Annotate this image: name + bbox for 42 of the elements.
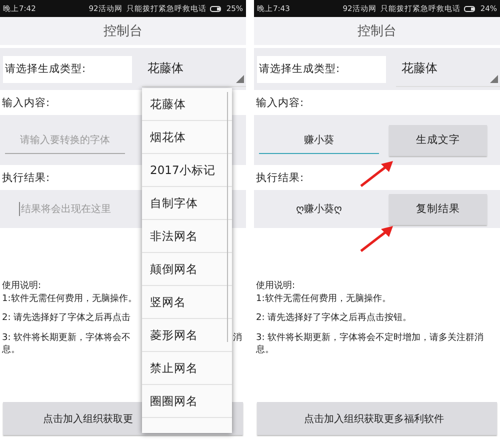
dropdown-arrow-icon [490,74,498,82]
result-label: 执行结果: [256,170,304,184]
instruction-text: 息。 [2,344,20,356]
instruction-text: 使用说明: [2,280,42,292]
screen-title: 控制台 [358,23,396,40]
instruction-text: 3: 软件将长期更新，字体将会不定时增加，请多关注群消息。 [256,332,485,356]
screen-title: 控制台 [104,23,142,40]
input-label: 输入内容: [2,96,50,110]
annotation-arrow [360,161,393,187]
instruction-text: 3: 软件将长期更新，字体将会不 [2,332,131,344]
battery-icon [464,6,476,12]
dropdown-item[interactable]: 禁止网名 [142,352,232,385]
input-field[interactable]: 赚小葵 [259,126,379,154]
type-dropdown[interactable]: 花藤体 [396,52,500,86]
dropdown-arrow-icon [236,74,244,82]
result-field: ღ赚小葵ღ [259,196,379,222]
type-label: 请选择生成类型: [259,62,340,76]
type-dropdown[interactable]: 花藤体 [142,52,246,86]
dropdown-item[interactable]: 菱形网名 [142,319,232,352]
dropdown-item[interactable]: 圈圈网名 [142,385,232,418]
type-label: 请选择生成类型: [5,62,86,76]
annotation-arrow [360,226,393,252]
instruction-text: 消 [233,332,242,344]
input-label: 输入内容: [256,96,304,110]
result-field: 结果将会出现在这里 [5,196,125,222]
dropdown-item[interactable]: 颠倒网名 [142,253,232,286]
dropdown-item[interactable]: 竖网名 [142,286,232,319]
dropdown-item[interactable]: 烟花体 [142,121,232,154]
dropdown-item[interactable]: 非法网名 [142,220,232,253]
join-group-button[interactable]: 点击加入组织获取更多福利软件 [257,402,497,435]
dropdown-item[interactable]: 自制字体 [142,187,232,220]
copy-button[interactable]: 复制结果 [389,194,487,224]
dropdown-item[interactable]: 花藤体 [142,88,232,121]
instruction-text: 1:软件无需任何费用，无脑操作。 [256,292,391,305]
instruction-text: 2: 请先选择好了字体之后再点击按钮。 [256,312,412,324]
generate-button[interactable]: 生成文字 [389,124,487,156]
instruction-text: 2: 请先选择好了字体之后再点击 [2,312,131,324]
result-label: 执行结果: [2,170,50,184]
dropdown-item[interactable]: 2017小标记 [142,154,232,187]
battery-icon [210,6,222,12]
instruction-text: 使用说明: [256,280,296,292]
instruction-text: 1:软件无需任何费用，无脑操作。 [2,292,137,305]
